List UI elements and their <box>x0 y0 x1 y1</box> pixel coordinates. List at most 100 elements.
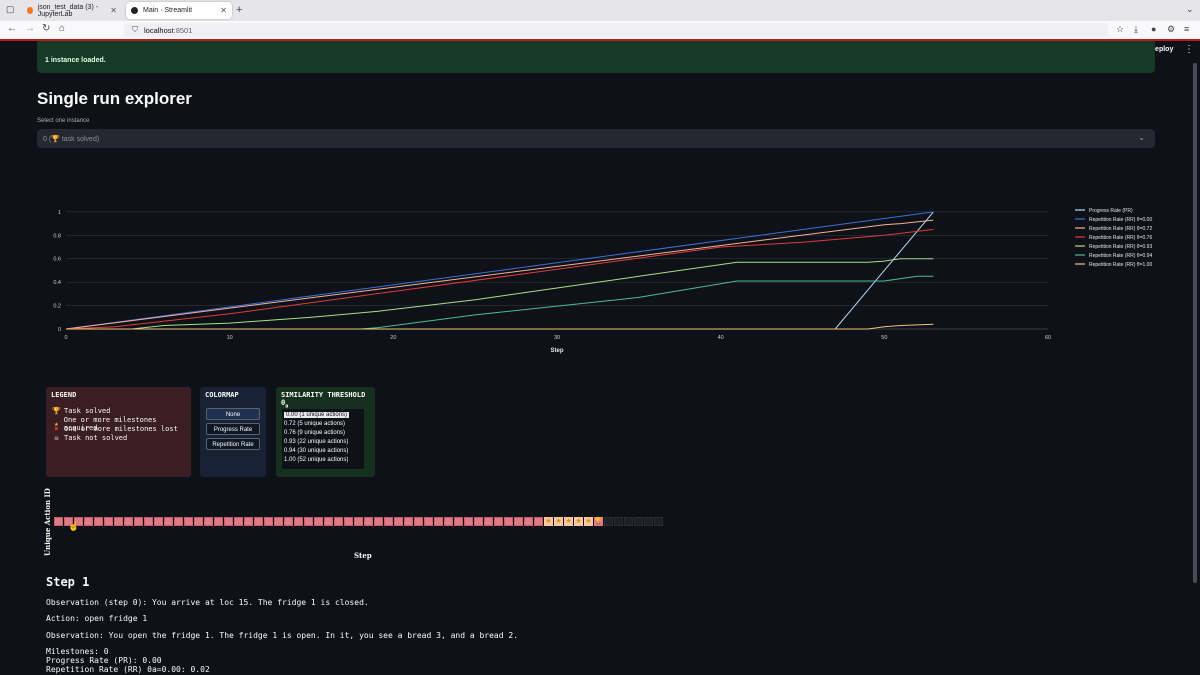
action-cell[interactable] <box>184 517 193 526</box>
action-cell[interactable] <box>244 517 253 526</box>
reload-icon[interactable]: ↻ <box>42 23 50 34</box>
action-cell[interactable] <box>104 517 113 526</box>
instance-select[interactable]: 0 (🏆 task solved) ⌄ <box>37 129 1155 148</box>
x-tick-label: 50 <box>881 335 887 341</box>
action-cell[interactable] <box>204 517 213 526</box>
action-cell[interactable] <box>374 517 383 526</box>
action-cell[interactable] <box>524 517 533 526</box>
legend-item-milestones-lost: ✖ One or more milestones lost <box>52 425 177 433</box>
action-cell[interactable] <box>464 517 473 526</box>
action-cell[interactable] <box>354 517 363 526</box>
action-cell[interactable] <box>84 517 93 526</box>
action-cell[interactable] <box>534 517 543 526</box>
bookmark-star-icon[interactable]: ☆ <box>1116 24 1124 35</box>
close-tab-icon[interactable]: ✕ <box>110 6 117 15</box>
threshold-option[interactable]: 0.76 (9 unique actions) <box>284 430 345 436</box>
action-cell[interactable] <box>114 517 123 526</box>
action-cell[interactable] <box>384 517 393 526</box>
empty-cell[interactable] <box>604 517 613 526</box>
action-cell[interactable] <box>144 517 153 526</box>
empty-cell[interactable] <box>634 517 643 526</box>
y-tick-label: 0.6 <box>53 257 61 263</box>
star-cell[interactable]: ★ <box>564 517 573 526</box>
action-cell[interactable] <box>264 517 273 526</box>
colormap-none-button[interactable]: None <box>206 408 260 420</box>
star-cell[interactable]: ★ <box>544 517 553 526</box>
star-cell[interactable]: ★ <box>554 517 563 526</box>
series-line <box>66 258 934 330</box>
action-cell[interactable] <box>434 517 443 526</box>
threshold-option[interactable]: 0.93 (22 unique actions) <box>284 439 348 445</box>
strip-x-axis-label: Step <box>354 551 372 560</box>
close-tab-icon[interactable]: ✕ <box>220 6 227 15</box>
action-cell[interactable] <box>124 517 133 526</box>
action-cell[interactable] <box>474 517 483 526</box>
action-cell[interactable] <box>484 517 493 526</box>
action-cell[interactable] <box>494 517 503 526</box>
strip-y-axis-label: Unique Action ID <box>43 488 52 556</box>
observation-step0: Observation (step 0): You arrive at loc … <box>46 598 369 607</box>
action-cell[interactable] <box>154 517 163 526</box>
star-cell[interactable]: ★ <box>584 517 593 526</box>
action-cell[interactable] <box>324 517 333 526</box>
action-cell[interactable] <box>54 517 63 526</box>
empty-cell[interactable] <box>624 517 633 526</box>
tab-list-icon[interactable]: ▢ <box>6 4 15 15</box>
empty-cell[interactable] <box>614 517 623 526</box>
back-icon[interactable]: ← <box>7 23 17 34</box>
trophy-cell[interactable]: 🏆 <box>594 517 603 526</box>
action-cell[interactable] <box>504 517 513 526</box>
colormap-progress-rate-button[interactable]: Progress Rate <box>206 423 260 435</box>
action-cell[interactable] <box>364 517 373 526</box>
action-cell[interactable] <box>394 517 403 526</box>
y-tick-label: 0.4 <box>53 280 61 286</box>
star-cell[interactable]: ★ <box>574 517 583 526</box>
empty-cell[interactable] <box>644 517 653 526</box>
action-cell[interactable] <box>214 517 223 526</box>
threshold-option[interactable]: 0.72 (5 unique actions) <box>284 421 345 427</box>
home-icon[interactable]: ⌂ <box>59 23 65 34</box>
threshold-option[interactable]: 0.00 (1 unique actions) <box>284 412 350 418</box>
url-port: :8501 <box>173 25 193 35</box>
browser-menu-icon[interactable]: ≡ <box>1184 24 1189 34</box>
address-bar[interactable]: ⛉ localhost:8501 <box>124 23 1108 37</box>
action-cell[interactable] <box>274 517 283 526</box>
action-cell[interactable] <box>234 517 243 526</box>
action-cell[interactable] <box>284 517 293 526</box>
empty-cell[interactable] <box>654 517 663 526</box>
forward-icon[interactable]: → <box>25 23 35 34</box>
action-cell[interactable] <box>164 517 173 526</box>
progress-rate-text: Progress Rate (PR): 0.00 <box>46 656 162 665</box>
action-cell[interactable] <box>444 517 453 526</box>
action-cell[interactable] <box>454 517 463 526</box>
extensions-icon[interactable]: ⚙ <box>1167 24 1175 35</box>
action-cell[interactable] <box>134 517 143 526</box>
action-cell[interactable] <box>424 517 433 526</box>
scrollbar[interactable] <box>1193 63 1197 583</box>
action-cell[interactable] <box>334 517 343 526</box>
action-cell[interactable] <box>304 517 313 526</box>
extension-icon[interactable]: ● <box>1151 24 1156 34</box>
window-menu-icon[interactable]: ⌄ <box>1186 4 1194 15</box>
action-cell[interactable] <box>404 517 413 526</box>
downloads-icon[interactable]: ⤓ <box>1134 24 1138 35</box>
threshold-option[interactable]: 1.00 (52 unique actions) <box>284 457 348 463</box>
action-cell[interactable] <box>94 517 103 526</box>
threshold-listbox[interactable]: 0.00 (1 unique actions) 0.72 (5 unique a… <box>282 409 364 469</box>
streamlit-app: Deploy ⋮ 1 instance loaded. Single run e… <box>0 41 1200 675</box>
kebab-icon[interactable]: ⋮ <box>1184 44 1194 55</box>
action-cell[interactable] <box>344 517 353 526</box>
action-cell[interactable] <box>514 517 523 526</box>
new-tab-button[interactable]: + <box>236 4 242 16</box>
action-cell[interactable] <box>194 517 203 526</box>
tab-jupyterlab[interactable]: json_test_data (3) - JupyterLab ✕ <box>22 2 122 19</box>
colormap-repetition-rate-button[interactable]: Repetition Rate <box>206 438 260 450</box>
action-cell[interactable] <box>414 517 423 526</box>
threshold-option[interactable]: 0.94 (30 unique actions) <box>284 448 348 454</box>
action-cell[interactable] <box>224 517 233 526</box>
action-cell[interactable] <box>294 517 303 526</box>
tab-streamlit[interactable]: Main · Streamlit ✕ <box>126 2 232 19</box>
action-cell[interactable] <box>254 517 263 526</box>
action-cell[interactable] <box>314 517 323 526</box>
action-cell[interactable] <box>174 517 183 526</box>
